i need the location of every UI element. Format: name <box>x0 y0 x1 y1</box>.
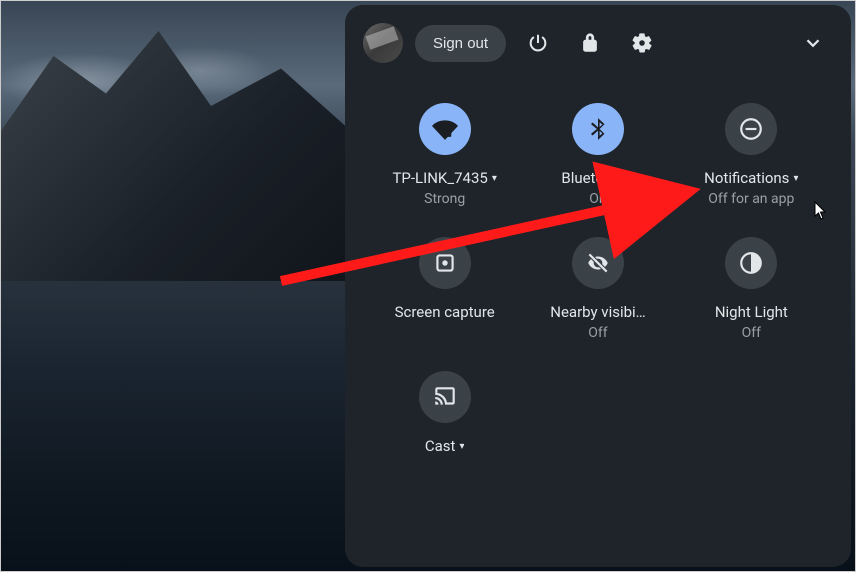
night-light-icon <box>725 237 777 289</box>
tile-subtitle: Off <box>742 325 761 341</box>
panel-header: Sign out <box>363 23 833 63</box>
tile-title: Screen capture <box>395 303 495 321</box>
user-avatar[interactable] <box>363 23 403 63</box>
tile-title: Nearby visibi… <box>550 303 645 321</box>
tile-subtitle: Off for an app <box>708 191 794 207</box>
power-icon <box>527 32 549 54</box>
tile-title: Notifications▾ <box>704 169 798 187</box>
caret-down-icon: ▾ <box>630 173 635 184</box>
tile-subtitle: Strong <box>424 191 465 207</box>
bluetooth-icon <box>572 103 624 155</box>
tile-bluetooth[interactable]: Bluetooth▾ On <box>526 103 669 207</box>
tile-title: Night Light <box>715 303 788 321</box>
caret-down-icon: ▾ <box>492 173 497 184</box>
tile-wifi[interactable]: TP-LINK_7435▾ Strong <box>373 103 516 207</box>
quick-tiles-grid: TP-LINK_7435▾ Strong Bluetooth▾ On Notif… <box>363 93 833 459</box>
chevron-down-icon <box>802 32 824 54</box>
visibility-off-icon <box>572 237 624 289</box>
power-button[interactable] <box>518 23 558 63</box>
tile-title: Bluetooth▾ <box>561 169 634 187</box>
tile-title: Cast▾ <box>425 437 465 455</box>
tile-notifications[interactable]: Notifications▾ Off for an app <box>680 103 823 207</box>
lock-button[interactable] <box>570 23 610 63</box>
tile-screen-capture[interactable]: Screen capture <box>373 237 516 341</box>
wifi-icon <box>419 103 471 155</box>
tile-subtitle: Off <box>588 325 607 341</box>
quick-settings-panel: Sign out TP-LINK_7435▾ Strong Bluetooth <box>345 5 851 567</box>
tile-night-light[interactable]: Night Light Off <box>680 237 823 341</box>
lock-icon <box>579 32 601 54</box>
screen-capture-icon <box>419 237 471 289</box>
caret-down-icon: ▾ <box>793 173 798 184</box>
collapse-button[interactable] <box>793 23 833 63</box>
settings-button[interactable] <box>622 23 662 63</box>
caret-down-icon: ▾ <box>459 441 464 452</box>
signout-button[interactable]: Sign out <box>415 25 506 62</box>
tile-nearby-visibility[interactable]: Nearby visibi… Off <box>526 237 669 341</box>
tile-title: TP-LINK_7435▾ <box>392 169 496 187</box>
cast-icon <box>419 371 471 423</box>
gear-icon <box>631 32 653 54</box>
do-not-disturb-icon <box>725 103 777 155</box>
tile-cast[interactable]: Cast▾ <box>373 371 516 459</box>
tile-subtitle: On <box>589 191 606 207</box>
